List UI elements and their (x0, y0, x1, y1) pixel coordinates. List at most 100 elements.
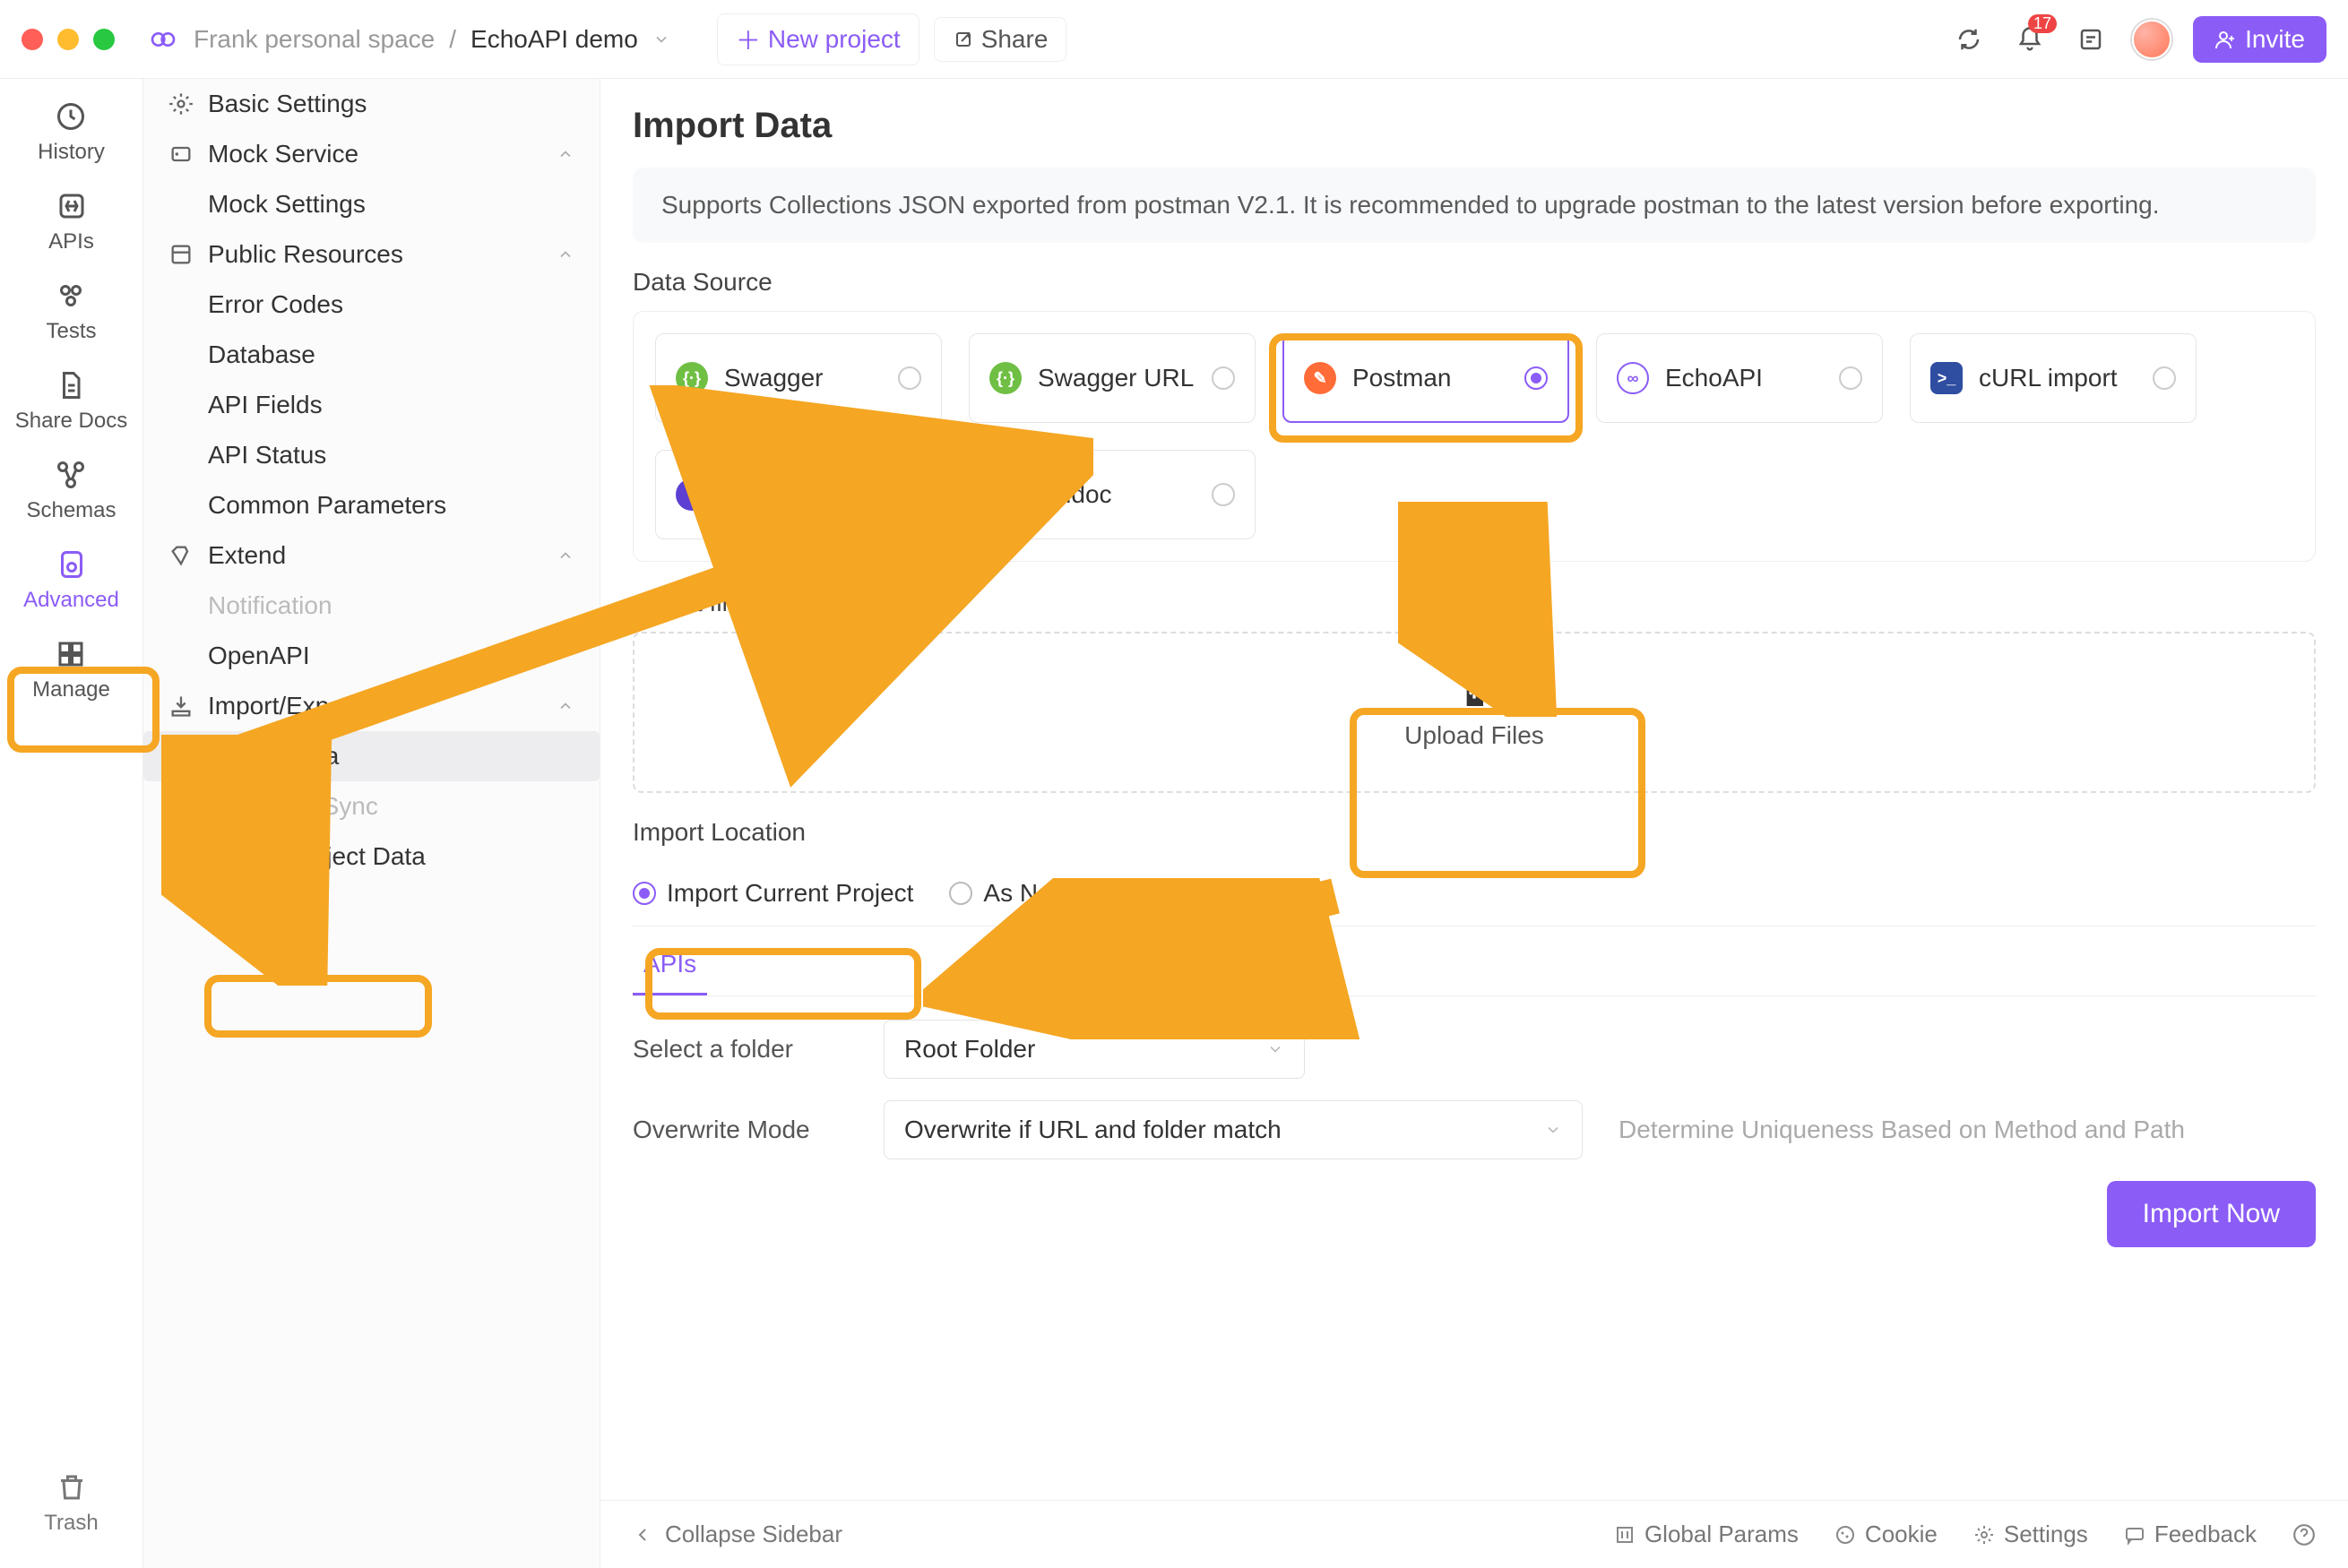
footer-global-params[interactable]: Global Params (1614, 1521, 1799, 1548)
sidebar-notification[interactable]: Notification (143, 581, 600, 631)
sidebar-item-label: Database (208, 340, 315, 368)
radio-as-new[interactable]: As New Project (949, 879, 1154, 908)
footer-cookie[interactable]: Cookie (1834, 1521, 1938, 1548)
share-icon (953, 29, 974, 50)
minimize-window-icon[interactable] (57, 29, 79, 50)
rail-label: History (38, 140, 105, 165)
close-window-icon[interactable] (22, 29, 43, 50)
radio-icon (898, 366, 921, 390)
data-source-grid: {·} Swagger {·} Swagger URL ✎ Postman ∞ … (633, 311, 2316, 562)
insomnia-icon: ◐ (676, 478, 708, 511)
breadcrumb-project[interactable]: EchoAPI demo (470, 25, 638, 54)
maximize-window-icon[interactable] (93, 29, 115, 50)
sidebar-import-data[interactable]: Import Data (143, 731, 600, 781)
footer-label: Feedback (2154, 1521, 2257, 1548)
source-label: insomnia (724, 480, 824, 509)
chevron-down-icon[interactable] (652, 30, 670, 48)
sidebar-common-params[interactable]: Common Parameters (143, 480, 600, 530)
notifications-button[interactable]: 17 (2010, 20, 2050, 59)
source-swagger-url[interactable]: {·} Swagger URL (969, 333, 1256, 423)
sidebar-item-label: API Status (208, 441, 326, 469)
notes-icon[interactable] (2071, 20, 2111, 59)
sidebar-error-codes[interactable]: Error Codes (143, 280, 600, 330)
share-label: Share (981, 25, 1049, 54)
folder-select[interactable]: Root Folder (884, 1020, 1305, 1079)
breadcrumb-space[interactable]: Frank personal space (194, 25, 435, 54)
rail-schemas[interactable]: Schemas (26, 459, 116, 523)
footer-settings[interactable]: Settings (1973, 1521, 2088, 1548)
overwrite-select[interactable]: Overwrite if URL and folder match (884, 1100, 1583, 1159)
sidebar-item-label: Error Codes (208, 290, 343, 318)
sidebar-item-label: Common Parameters (208, 491, 446, 519)
sidebar-extend[interactable]: Extend (143, 530, 600, 581)
sidebar-realtime-sync[interactable]: Real-time Sync (143, 781, 600, 831)
source-postman[interactable]: ✎ Postman (1282, 333, 1569, 423)
source-swagger[interactable]: {·} Swagger (655, 333, 942, 423)
rail-label: Share Docs (15, 409, 127, 434)
tab-apis[interactable]: APIs (633, 935, 707, 995)
rail-trash[interactable]: Trash (44, 1471, 98, 1536)
swagger-icon: {·} (676, 362, 708, 394)
overwrite-hint: Determine Uniqueness Based on Method and… (1619, 1116, 2185, 1144)
sidebar-openapi[interactable]: OpenAPI (143, 631, 600, 681)
radio-icon (1212, 483, 1235, 506)
sync-icon[interactable] (1949, 20, 1989, 59)
new-project-button[interactable]: ＋ New project (717, 13, 919, 65)
source-echoapi[interactable]: ∞ EchoAPI (1596, 333, 1883, 423)
import-now-button[interactable]: Import Now (2107, 1181, 2316, 1247)
footer-help[interactable] (2292, 1521, 2316, 1548)
user-plus-icon (2214, 29, 2236, 50)
radio-icon (898, 483, 921, 506)
source-curl[interactable]: >_ cURL import (1910, 333, 2197, 423)
source-label: Postman (1352, 364, 1452, 392)
apidoc-icon: API (989, 478, 1022, 511)
rail-label: Tests (46, 319, 96, 344)
file-upload-icon (1456, 675, 1492, 711)
chevron-down-icon (1544, 1121, 1562, 1139)
app-logo-icon (147, 23, 179, 56)
sidebar-api-status[interactable]: API Status (143, 430, 600, 480)
sidebar-mock-service[interactable]: Mock Service (143, 129, 600, 179)
select-files-label: Select files (633, 589, 2316, 617)
upload-dropzone[interactable]: Upload Files (633, 632, 2316, 793)
info-banner: Supports Collections JSON exported from … (633, 168, 2316, 243)
select-value: Root Folder (904, 1035, 1035, 1064)
sidebar-item-label: API Fields (208, 391, 323, 418)
sidebar-import-export[interactable]: Import/Export (143, 681, 600, 731)
source-label: cURL import (1979, 364, 2118, 392)
footer-feedback[interactable]: Feedback (2124, 1521, 2257, 1548)
invite-button[interactable]: Invite (2193, 16, 2326, 63)
import-location-label: Import Location (633, 818, 2316, 847)
avatar[interactable] (2132, 20, 2171, 59)
rail-label: APIs (48, 229, 94, 254)
rail-label: Advanced (23, 588, 119, 613)
sidebar-public-resources[interactable]: Public Resources (143, 229, 600, 280)
overwrite-label: Overwrite Mode (633, 1116, 848, 1144)
rail-manage[interactable]: Manage (32, 638, 110, 702)
sidebar-export-data[interactable]: Export Project Data (143, 831, 600, 882)
folder-label: Select a folder (633, 1035, 848, 1064)
chevron-up-icon (557, 145, 574, 163)
radio-icon (633, 882, 656, 905)
nav-rail: History APIs Tests Share Docs Schemas Ad… (0, 79, 143, 1568)
collapse-sidebar-button[interactable]: Collapse Sidebar (633, 1521, 842, 1548)
rail-sharedocs[interactable]: Share Docs (15, 369, 127, 434)
rail-history[interactable]: History (38, 100, 105, 165)
titlebar: Frank personal space / EchoAPI demo ＋ Ne… (0, 0, 2348, 79)
rail-tests[interactable]: Tests (46, 280, 96, 344)
sidebar-basic-settings[interactable]: Basic Settings (143, 79, 600, 129)
sidebar: Basic Settings Mock Service Mock Setting… (143, 79, 600, 1568)
radio-import-current[interactable]: Import Current Project (633, 879, 913, 908)
source-insomnia[interactable]: ◐ insomnia (655, 450, 942, 539)
share-button[interactable]: Share (934, 17, 1067, 62)
sidebar-database[interactable]: Database (143, 330, 600, 380)
source-apidoc[interactable]: API apidoc (969, 450, 1256, 539)
upload-label: Upload Files (1404, 721, 1544, 750)
sidebar-api-fields[interactable]: API Fields (143, 380, 600, 430)
sidebar-mock-settings[interactable]: Mock Settings (143, 179, 600, 229)
radio-label: Import Current Project (667, 879, 913, 908)
tabs: APIs (633, 935, 2316, 996)
collapse-label: Collapse Sidebar (665, 1521, 842, 1548)
rail-apis[interactable]: APIs (48, 190, 94, 254)
rail-advanced[interactable]: Advanced (23, 548, 119, 613)
